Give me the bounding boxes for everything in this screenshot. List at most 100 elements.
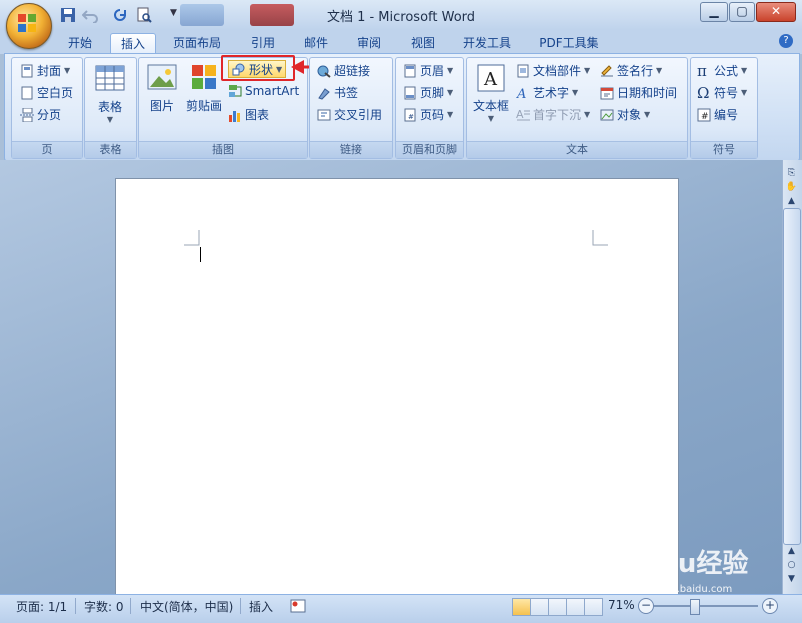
- picture-button[interactable]: 图片: [145, 62, 179, 114]
- customize-qat-icon[interactable]: ▼: [170, 8, 177, 18]
- picture-icon: [147, 64, 177, 90]
- scrollbar-thumb[interactable]: [783, 208, 801, 545]
- zoom-level[interactable]: 71%: [608, 598, 635, 612]
- zoom-out-button[interactable]: −: [638, 598, 654, 614]
- drop-cap-icon: A: [516, 108, 530, 121]
- watermark-url: jingyan.baidu.com: [640, 584, 733, 595]
- tab-review[interactable]: 审阅: [348, 33, 390, 53]
- macro-record-icon[interactable]: [290, 599, 306, 613]
- blank-page-label: 空白页: [37, 86, 74, 100]
- date-time-icon: [600, 87, 614, 99]
- quick-parts-label: 文档部件: [533, 64, 582, 78]
- table-icon: [95, 65, 125, 91]
- tab-references[interactable]: 引用: [242, 33, 284, 53]
- draft-view-button[interactable]: [584, 598, 603, 616]
- clip-art-button[interactable]: 剪贴画: [184, 62, 224, 114]
- help-icon[interactable]: ?: [779, 34, 793, 48]
- group-text-label: 文本: [467, 141, 687, 158]
- status-language[interactable]: 中文(简体，中国): [140, 598, 233, 615]
- bookmark-button[interactable]: 书签: [317, 84, 358, 101]
- status-page[interactable]: 页面: 1/1: [16, 598, 67, 615]
- drop-cap-label: 首字下沉: [533, 108, 582, 122]
- status-insert-mode[interactable]: 插入: [249, 598, 273, 615]
- minimize-button[interactable]: ▁: [700, 2, 728, 22]
- select-browse-object-icon[interactable]: ○: [783, 559, 800, 571]
- status-word-count[interactable]: 字数: 0: [84, 598, 124, 615]
- ruler-toggle-icon[interactable]: ⎘: [783, 166, 800, 181]
- text-box-button[interactable]: A 文本框 ▼: [471, 62, 511, 123]
- next-page-icon[interactable]: ▼: [783, 573, 800, 585]
- tab-page-layout[interactable]: 页面布局: [166, 33, 228, 53]
- tab-mailings[interactable]: 邮件: [294, 33, 338, 53]
- margin-corner-top-right: [592, 230, 608, 246]
- footer-label: 页脚: [420, 86, 445, 100]
- symbol-button[interactable]: Ω 符号 ▼: [697, 84, 747, 101]
- chevron-down-icon: ▼: [656, 66, 663, 75]
- group-page-label: 页: [12, 141, 82, 158]
- chevron-down-icon: ▼: [741, 66, 748, 75]
- omega-icon: Ω: [697, 83, 710, 102]
- group-header-footer-label: 页眉和页脚: [396, 141, 463, 158]
- zoom-in-button[interactable]: +: [762, 598, 778, 614]
- chart-icon: [229, 110, 240, 122]
- bookmark-icon: [318, 87, 330, 100]
- wordart-button[interactable]: A 艺术字 ▼: [516, 84, 578, 101]
- drop-cap-button[interactable]: A 首字下沉 ▼: [516, 106, 590, 123]
- tab-insert[interactable]: 插入: [110, 33, 156, 54]
- print-preview-icon[interactable]: [136, 7, 152, 23]
- tab-developer[interactable]: 开发工具: [452, 33, 522, 53]
- quick-parts-icon: [517, 64, 529, 77]
- scroll-up-icon[interactable]: ▲: [783, 196, 800, 206]
- chart-button[interactable]: 图表: [228, 106, 269, 123]
- tab-view[interactable]: 视图: [402, 33, 444, 53]
- chevron-down-icon: ▼: [447, 66, 454, 75]
- cover-page-icon: [21, 64, 33, 77]
- status-separator: [130, 598, 131, 614]
- zoom-slider-thumb[interactable]: [690, 599, 700, 615]
- print-layout-view-button[interactable]: [512, 598, 531, 616]
- redo-icon[interactable]: [112, 7, 128, 23]
- blank-page-button[interactable]: 空白页: [20, 84, 73, 101]
- chart-label: 图表: [245, 108, 270, 122]
- full-screen-reading-view-button[interactable]: [530, 598, 549, 616]
- hand-icon[interactable]: ✋: [783, 180, 800, 195]
- tab-pdf-tools[interactable]: PDF工具集: [532, 33, 606, 53]
- page-break-button[interactable]: 分页: [20, 106, 61, 123]
- date-time-button[interactable]: 日期和时间: [600, 84, 677, 101]
- numbering-button[interactable]: # 编号: [697, 106, 738, 123]
- taskbar-thumbnail-red: [250, 4, 294, 26]
- clip-art-label: 剪贴画: [185, 99, 222, 113]
- maximize-button[interactable]: ▢: [729, 2, 755, 22]
- cross-reference-button[interactable]: 交叉引用: [317, 106, 382, 123]
- pi-icon: π: [697, 61, 707, 80]
- page-number-icon: #: [404, 108, 416, 121]
- header-icon: [404, 64, 416, 77]
- signature-line-button[interactable]: 签名行 ▼: [600, 62, 662, 79]
- chevron-down-icon: ▼: [572, 88, 579, 97]
- group-links-label: 链接: [310, 141, 392, 158]
- hyperlink-button[interactable]: 超链接: [317, 62, 370, 79]
- object-button[interactable]: 对象 ▼: [600, 106, 650, 123]
- header-button[interactable]: 页眉 ▼: [403, 62, 453, 79]
- close-button[interactable]: ✕: [756, 2, 796, 22]
- web-layout-view-button[interactable]: [548, 598, 567, 616]
- outline-view-button[interactable]: [566, 598, 585, 616]
- quick-parts-button[interactable]: 文档部件 ▼: [516, 62, 590, 79]
- svg-text:#: #: [408, 113, 414, 121]
- text-box-label: 文本框: [472, 99, 509, 113]
- page-number-button[interactable]: # 页码 ▼: [403, 106, 453, 123]
- footer-button[interactable]: 页脚 ▼: [403, 84, 453, 101]
- chevron-down-icon: ▼: [447, 110, 454, 119]
- picture-label: 图片: [149, 99, 174, 113]
- undo-icon[interactable]: [82, 7, 98, 23]
- cover-page-label: 封面: [37, 64, 62, 78]
- smartart-button[interactable]: SmartArt: [228, 84, 299, 98]
- table-button[interactable]: 表格 ▼: [93, 63, 127, 124]
- zoom-slider[interactable]: [654, 605, 758, 607]
- cover-page-button[interactable]: 封面 ▼: [20, 62, 70, 79]
- equation-button[interactable]: π 公式 ▼: [697, 62, 747, 79]
- previous-page-icon[interactable]: ▲: [783, 545, 800, 557]
- table-label: 表格: [97, 100, 122, 114]
- save-icon[interactable]: [60, 7, 76, 23]
- tab-home[interactable]: 开始: [58, 33, 102, 53]
